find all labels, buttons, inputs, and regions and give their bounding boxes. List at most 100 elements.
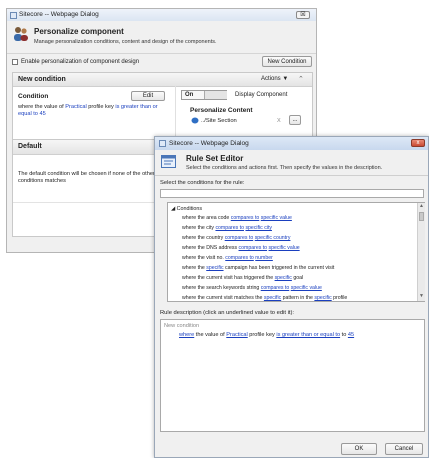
condition-item[interactable]: where the search keywords string compare… xyxy=(182,285,322,291)
condition-text: where the current visit matches the xyxy=(182,295,264,301)
condition-panel-header[interactable]: New condition Actions ▼ ⌃ xyxy=(13,73,312,87)
rule-description: where the value of Practical profile key… xyxy=(179,332,355,338)
condition-panel-title: New condition xyxy=(18,76,66,83)
scroll-down-icon[interactable]: ▼ xyxy=(419,293,424,299)
condition-link[interactable]: specific value xyxy=(269,245,300,251)
condition-link[interactable]: specific xyxy=(314,295,331,301)
conditions-group[interactable]: ◢ Conditions xyxy=(171,206,202,212)
header-title: Rule Set Editor xyxy=(186,154,244,163)
condition-link[interactable]: compares to xyxy=(215,225,244,231)
display-toggle[interactable]: On xyxy=(181,90,227,100)
condition-text: pattern in the xyxy=(281,295,315,301)
content-path: ../Site Section xyxy=(201,118,237,124)
rule-description-label: Rule description (click an underlined va… xyxy=(160,310,295,316)
window-icon xyxy=(10,12,17,19)
personalize-content-label: Personalize Content xyxy=(190,107,253,114)
condition-item[interactable]: where the area code compares to specific… xyxy=(182,215,292,221)
close-button[interactable]: ☒ xyxy=(296,11,310,19)
condition-text: campaign has been triggered in the curre… xyxy=(223,265,335,271)
scroll-up-icon[interactable]: ▲ xyxy=(419,203,424,209)
condition-link[interactable]: compares to xyxy=(261,285,290,291)
header-title: Personalize component xyxy=(34,27,124,36)
condition-link[interactable]: number xyxy=(255,255,273,261)
title-bar[interactable]: Sitecore -- Webpage Dialog x xyxy=(155,137,428,150)
clear-icon[interactable]: X xyxy=(277,118,281,124)
condition-link[interactable]: specific value xyxy=(261,215,292,221)
header-subtitle: Manage personalization conditions, conte… xyxy=(34,39,217,45)
divider xyxy=(7,53,316,54)
condition-panel: New condition Actions ▼ ⌃ Condition Edit… xyxy=(12,72,313,141)
condition-text: profile xyxy=(331,295,348,301)
rule-text: profile key xyxy=(247,332,277,338)
toggle-knob xyxy=(204,91,227,99)
condition-text: where the current visit has triggered th… xyxy=(182,275,275,281)
condition-text: goal xyxy=(291,275,304,281)
conditions-group-label: Conditions xyxy=(176,206,203,212)
default-description: The default condition will be chosen if … xyxy=(18,171,155,184)
edit-condition-button[interactable]: Edit xyxy=(131,91,165,101)
display-component-label: Display Component xyxy=(235,92,288,98)
cancel-button[interactable]: Cancel xyxy=(385,443,423,455)
close-button[interactable]: x xyxy=(411,139,425,147)
condition-link[interactable]: specific xyxy=(275,275,292,281)
condition-text: where the area code xyxy=(182,215,231,221)
enable-design-checkbox[interactable] xyxy=(12,59,18,65)
condition-item[interactable]: where the country compares to specific c… xyxy=(182,235,290,241)
header-subtitle: Select the conditions and actions first.… xyxy=(186,165,383,171)
rule-editor-icon xyxy=(161,155,177,169)
condition-link[interactable]: specific xyxy=(264,295,281,301)
condition-link[interactable]: specific value xyxy=(291,285,322,291)
condition-text: where the country xyxy=(182,235,225,241)
rule-description-box: New condition where the value of Practic… xyxy=(160,319,425,432)
condition-link[interactable]: specific country xyxy=(255,235,291,241)
condition-text: where the visit no. xyxy=(182,255,226,261)
actions-menu[interactable]: Actions ▼ xyxy=(261,76,288,82)
collapse-icon[interactable]: ⌃ xyxy=(298,75,304,83)
condition-item[interactable]: where the city compares to specific city xyxy=(182,225,272,231)
default-panel-title: Default xyxy=(18,143,42,150)
rule-value-link[interactable]: 45 xyxy=(348,332,354,338)
rule-where-link[interactable]: where xyxy=(179,332,194,338)
condition-item[interactable]: where the current visit has triggered th… xyxy=(182,275,303,281)
condition-item[interactable]: where the specific campaign has been tri… xyxy=(182,265,334,271)
new-condition-button[interactable]: New Condition xyxy=(262,56,312,67)
condition-link[interactable]: specific city xyxy=(245,225,272,231)
rule-operator-link[interactable]: is greater than or equal to xyxy=(276,332,340,338)
conditions-scrollbar[interactable]: ▲ ▼ xyxy=(417,203,425,301)
toggle-on-label: On xyxy=(185,92,194,98)
condition-text: where the DNS address xyxy=(182,245,239,251)
condition-link[interactable]: compares to xyxy=(225,235,254,241)
condition-heading: Condition xyxy=(18,93,49,100)
condition-link[interactable]: specific xyxy=(206,265,223,271)
condition-item[interactable]: where the DNS address compares to specif… xyxy=(182,245,300,251)
users-icon xyxy=(13,26,29,42)
condition-text: where the city xyxy=(182,225,216,231)
window-title: Sitecore -- Webpage Dialog xyxy=(19,11,99,18)
rule-set-editor-dialog: Sitecore -- Webpage Dialog x Rule Set Ed… xyxy=(154,136,429,458)
conditions-list: ◢ Conditions where the area code compare… xyxy=(167,202,425,302)
browse-button[interactable]: ... xyxy=(289,115,301,125)
ok-button[interactable]: OK xyxy=(341,443,377,455)
title-bar[interactable]: Sitecore -- Webpage Dialog ☒ xyxy=(7,9,316,21)
condition-text: where the value of xyxy=(18,104,66,110)
enable-design-label: Enable personalization of component desi… xyxy=(21,59,140,65)
item-icon xyxy=(191,117,199,124)
condition-item[interactable]: where the visit no. compares to number xyxy=(182,255,273,261)
condition-item[interactable]: where the current visit matches the spec… xyxy=(182,295,347,301)
condition-text: where the xyxy=(182,265,207,271)
condition-search-input[interactable] xyxy=(160,189,424,198)
rule-key-link[interactable]: Practical xyxy=(226,332,247,338)
condition-key: Practical xyxy=(65,104,87,110)
condition-summary: where the value of Practical profile key… xyxy=(18,104,168,118)
condition-link[interactable]: compares to xyxy=(239,245,268,251)
select-conditions-label: Select the conditions for the rule: xyxy=(160,180,245,186)
rule-text: the value of xyxy=(194,332,227,338)
condition-link[interactable]: compares to xyxy=(225,255,254,261)
window-title: Sitecore -- Webpage Dialog xyxy=(169,140,249,147)
condition-text: where the search keywords string xyxy=(182,285,261,291)
scroll-thumb[interactable] xyxy=(419,212,424,221)
rule-name: New condition xyxy=(164,323,200,329)
condition-value: 45 xyxy=(39,111,46,117)
condition-link[interactable]: compares to xyxy=(231,215,260,221)
window-icon xyxy=(159,140,166,147)
